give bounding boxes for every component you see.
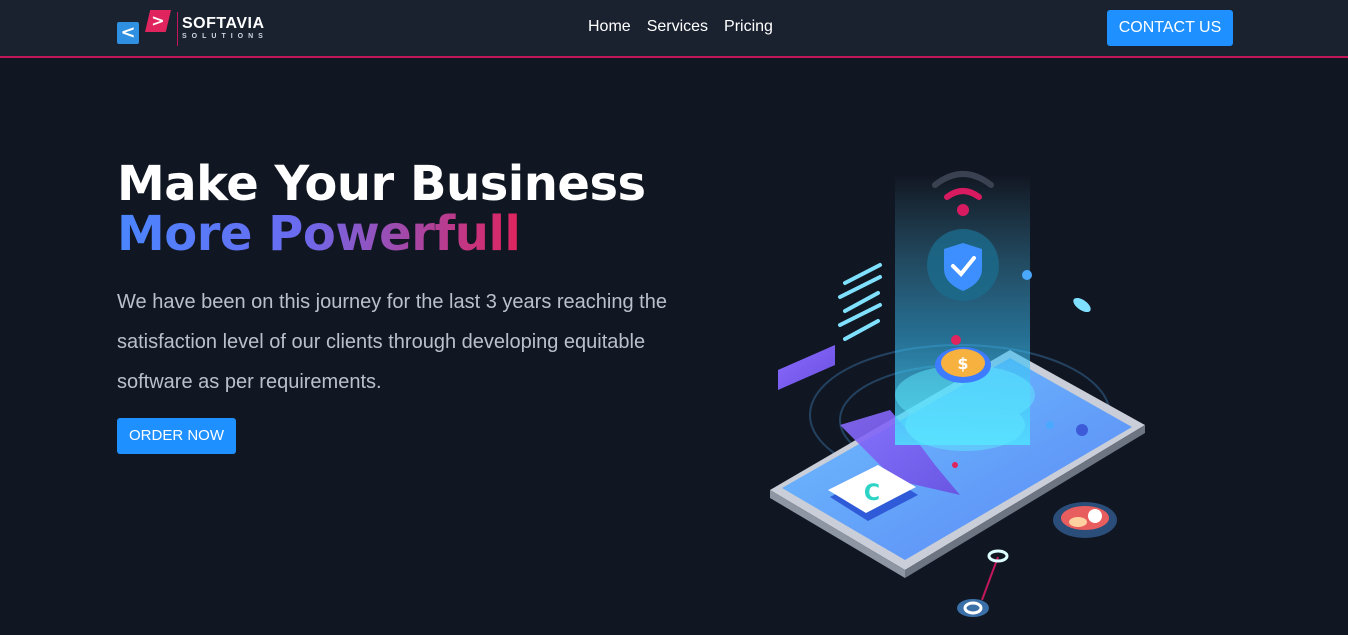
hero-description: We have been on this journey for the las… (117, 291, 667, 393)
hero-title-line1: Make Your Business (117, 156, 646, 212)
brand-logo[interactable]: < > SOFTAVIA SOLUTIONS (117, 9, 277, 49)
nav-services-link[interactable]: Services (647, 17, 708, 37)
hero-illustration: $ C (770, 171, 1145, 617)
user-avatar-icon (1053, 502, 1117, 538)
contact-us-button[interactable]: CONTACT US (1107, 10, 1233, 46)
nav-home-link[interactable]: Home (588, 17, 631, 37)
main-menu: Home Services Pricing (588, 17, 773, 37)
logo-left-chevron-icon: < (117, 22, 139, 44)
nav-pricing-link[interactable]: Pricing (724, 17, 773, 37)
logo-text: SOFTAVIA SOLUTIONS (177, 12, 268, 46)
signal-lines (838, 263, 882, 341)
brand-name: SOFTAVIA (182, 15, 265, 32)
brand-tagline: SOLUTIONS (182, 33, 268, 40)
node-markers (957, 549, 1009, 617)
hero-title-line2: More Powerfull (117, 206, 521, 262)
order-now-button[interactable]: ORDER NOW (117, 418, 236, 454)
svg-text:C: C (864, 481, 880, 506)
shield-check-icon (927, 229, 999, 301)
logo-mark-icon: < > (117, 10, 173, 48)
logo-right-chevron-icon: > (145, 10, 171, 32)
top-navbar: < > SOFTAVIA SOLUTIONS Home Services Pri… (0, 0, 1348, 58)
dollar-coin-icon: $ (935, 347, 991, 383)
svg-text:$: $ (957, 354, 968, 373)
